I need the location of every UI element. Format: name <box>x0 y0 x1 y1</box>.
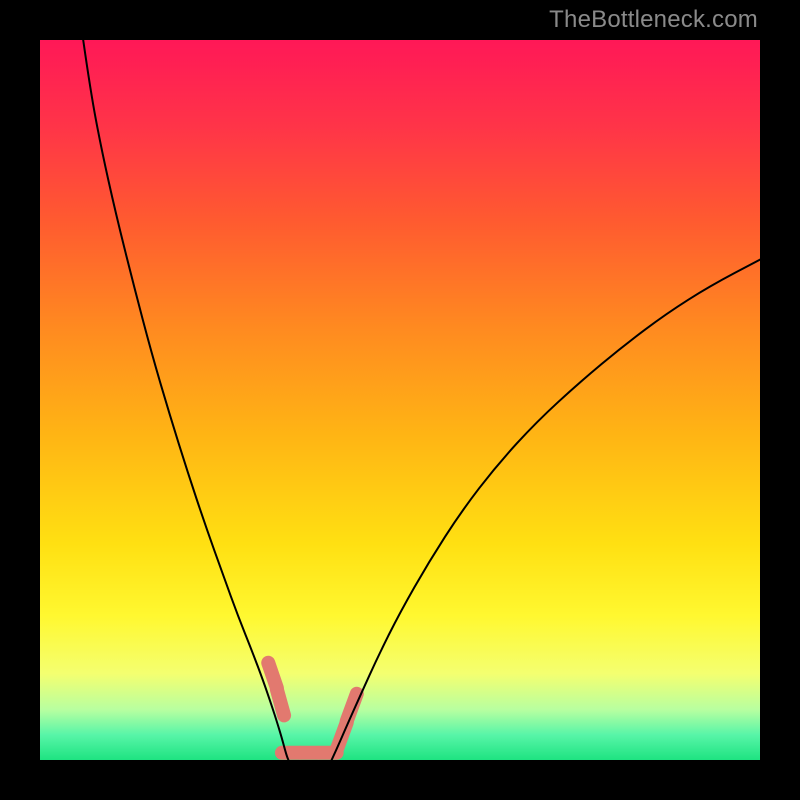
right-curve <box>332 260 760 760</box>
watermark-label: TheBottleneck.com <box>549 6 758 34</box>
left-curve <box>83 40 288 760</box>
chart-frame: TheBottleneck.com <box>0 0 800 800</box>
curves-layer <box>40 40 760 760</box>
plot-area <box>40 40 760 760</box>
